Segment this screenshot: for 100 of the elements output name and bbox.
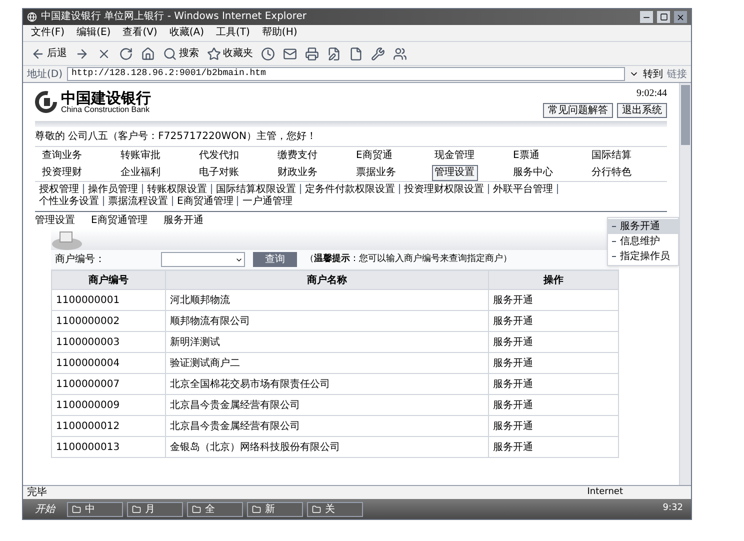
refresh-button[interactable] — [119, 46, 133, 60]
links-label[interactable]: 链接 — [667, 66, 687, 82]
page-icon — [349, 46, 363, 60]
nav-tab[interactable]: 缴费支付 — [274, 148, 320, 164]
column-header: 商户编号 — [52, 270, 166, 290]
taskbar-button[interactable]: 新 — [247, 502, 303, 516]
breadcrumb-item[interactable]: 管理设置 — [35, 212, 75, 228]
menu-item[interactable]: 帮助(H) — [262, 28, 298, 38]
sub-nav-link[interactable]: 一户通管理 — [242, 196, 292, 207]
favorites-button[interactable]: 收藏夹 — [207, 46, 253, 61]
sub-nav-link[interactable]: 外联平台管理 — [493, 184, 553, 195]
column-header: 操作 — [488, 270, 618, 290]
taskbar-button[interactable]: 关 — [307, 502, 363, 516]
mail-button[interactable] — [283, 46, 297, 60]
maximize-button[interactable] — [657, 11, 670, 23]
service-link[interactable]: 服务开通 — [488, 290, 618, 310]
side-menu-item[interactable]: 服务开通 — [608, 219, 678, 234]
address-field[interactable]: http://128.128.96.2:9001/b2bmain.htm — [66, 67, 625, 81]
sub-nav-link[interactable]: E商贸通管理 — [177, 196, 234, 207]
sub-nav-link[interactable]: 操作员管理 — [88, 184, 138, 195]
merchant-select[interactable] — [161, 252, 245, 267]
taskbar-button[interactable]: 全 — [187, 502, 243, 516]
service-link[interactable]: 服务开通 — [488, 436, 618, 458]
tools-button[interactable] — [371, 46, 385, 60]
breadcrumb-item[interactable]: E商贸通管理 — [91, 212, 148, 228]
menu-item[interactable]: 收藏(A) — [169, 28, 204, 38]
header-button[interactable]: 常见问题解答 — [543, 103, 613, 118]
service-link[interactable]: 服务开通 — [488, 332, 618, 352]
history-button[interactable] — [261, 46, 275, 60]
table-cell: 1100000013 — [52, 436, 166, 458]
query-button[interactable]: 查询 — [253, 252, 297, 267]
service-link[interactable]: 服务开通 — [488, 416, 618, 436]
search-hint: （温馨提示：您可以输入商户编号来查询指定商户） — [305, 252, 512, 266]
sub-nav-link[interactable]: 个性业务设置 — [39, 196, 99, 207]
service-link[interactable]: 服务开通 — [488, 394, 618, 416]
folder-icon — [72, 504, 81, 514]
side-menu-item[interactable]: 指定操作员 — [608, 249, 678, 264]
table-cell: 1100000007 — [52, 374, 166, 394]
service-link[interactable]: 服务开通 — [488, 374, 618, 394]
zone-text: Internet — [587, 488, 623, 497]
go-button[interactable]: 转到 — [643, 66, 663, 82]
menu-item[interactable]: 文件(F) — [31, 28, 65, 38]
back-button[interactable]: 后退 — [31, 46, 67, 61]
scrollbar[interactable] — [679, 83, 691, 485]
nav-tab[interactable]: 分行特色 — [588, 164, 634, 180]
menu-item[interactable]: 工具(T) — [216, 28, 250, 38]
taskbar-button[interactable]: 中 — [67, 502, 123, 516]
print-button[interactable] — [305, 46, 319, 60]
close-button[interactable] — [674, 11, 687, 23]
nav-tab[interactable]: 代发代扣 — [196, 148, 242, 164]
bullet-dash-icon — [612, 226, 616, 227]
status-text: 完毕 — [27, 488, 47, 498]
nav-tab[interactable]: 服务中心 — [510, 164, 556, 180]
nav-tab[interactable]: 查询业务 — [39, 148, 85, 164]
nav-tab[interactable]: 投资理财 — [39, 164, 85, 180]
nav-tab[interactable]: 现金管理 — [432, 148, 478, 164]
nav-tab[interactable]: E票通 — [510, 148, 542, 164]
table-cell: 金银岛（北京）网络科技股份有限公司 — [166, 436, 488, 458]
messenger-button[interactable] — [393, 46, 407, 60]
nav-tab[interactable]: 管理设置 — [432, 164, 478, 180]
sub-nav-link[interactable]: 投资理财权限设置 — [404, 184, 484, 195]
header-button[interactable]: 退出系统 — [617, 103, 667, 118]
nav-tab[interactable]: 企业福利 — [118, 164, 164, 180]
service-link[interactable]: 服务开通 — [488, 310, 618, 332]
taskbar-clock: 9:32 — [662, 502, 684, 516]
bank-english-name: China Construction Bank — [61, 106, 150, 114]
clock-time: 9:02:44 — [636, 87, 667, 101]
nav-tab[interactable]: 国际结算 — [588, 148, 634, 164]
home-button[interactable] — [141, 46, 155, 60]
nav-tab[interactable]: 电子对账 — [196, 164, 242, 180]
forward-button[interactable] — [75, 46, 89, 60]
maximize-icon — [660, 13, 668, 21]
search-button[interactable]: 搜索 — [163, 46, 199, 61]
nav-tab[interactable]: E商贸通 — [353, 148, 396, 164]
nav-tab[interactable]: 票据业务 — [353, 164, 399, 180]
sub-nav-link[interactable]: 国际结算权限设置 — [216, 184, 296, 195]
service-link[interactable]: 服务开通 — [488, 352, 618, 374]
edit-button[interactable] — [327, 46, 341, 60]
sub-nav-link[interactable]: 定务件付款权限设置 — [305, 184, 395, 195]
sub-nav-link[interactable]: 授权管理 — [39, 184, 79, 195]
taskbar-button[interactable]: 月 — [127, 502, 183, 516]
star-icon — [207, 46, 221, 60]
minimize-button[interactable] — [640, 11, 653, 23]
nav-tab[interactable]: 转账审批 — [118, 148, 164, 164]
clock-icon — [261, 46, 275, 60]
nav-tab[interactable]: 财政业务 — [274, 164, 320, 180]
sub-nav-link[interactable]: 转账权限设置 — [147, 184, 207, 195]
page-button[interactable] — [349, 46, 363, 60]
table-cell: 验证测试商户二 — [166, 352, 488, 374]
breadcrumb-item[interactable]: 服务开通 — [163, 212, 204, 228]
menu-item[interactable]: 查看(V) — [122, 28, 158, 38]
folder-icon — [252, 504, 261, 514]
sub-nav-link[interactable]: 票据流程设置 — [108, 196, 168, 207]
menu-item[interactable]: 编辑(E) — [76, 28, 111, 38]
mail-icon — [283, 46, 297, 60]
table-cell: 1100000004 — [52, 352, 166, 374]
side-menu-item[interactable]: 信息维护 — [608, 234, 678, 249]
folder-icon — [132, 504, 141, 514]
column-header: 商户名称 — [166, 270, 488, 290]
start-button[interactable]: 开始 — [27, 502, 63, 516]
